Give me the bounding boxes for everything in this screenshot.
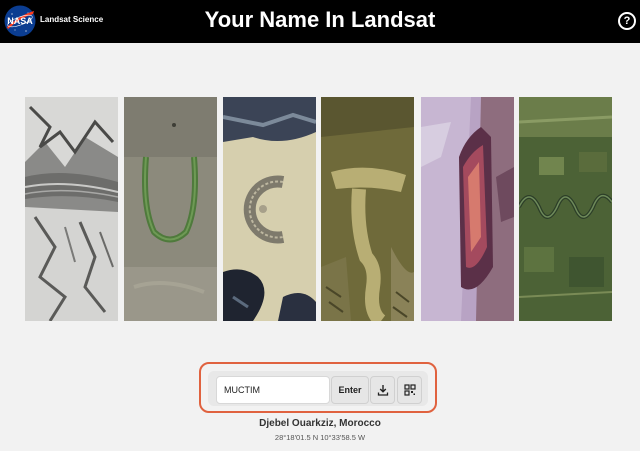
qr-code-button[interactable] — [397, 376, 422, 404]
valley-landsat-image — [124, 97, 217, 321]
delta-landsat-image — [321, 97, 414, 321]
name-input[interactable] — [216, 376, 330, 404]
playa-landsat-image — [223, 97, 316, 321]
river-landsat-image — [519, 97, 612, 321]
qr-code-icon — [404, 384, 416, 396]
download-icon — [377, 385, 389, 396]
glacier-landsat-image — [25, 97, 118, 321]
letter-tile-4[interactable] — [321, 97, 414, 321]
location-coordinates: 28°18'01.5 N 10°33'58.5 W — [274, 433, 366, 442]
letter-tile-6[interactable] — [519, 97, 612, 321]
letter-tile-3[interactable] — [223, 97, 316, 321]
page-title: Your Name In Landsat — [204, 7, 436, 32]
letter-tile-5[interactable] — [421, 97, 514, 321]
letter-tile-2[interactable] — [124, 97, 217, 321]
help-icon[interactable]: ? — [618, 12, 636, 30]
download-button[interactable] — [370, 376, 395, 404]
location-name: Djebel Ouarkziz, Morocco — [259, 418, 381, 429]
top-bar: NASA Landsat Science Your Name In Landsa… — [0, 0, 640, 43]
enter-button[interactable]: Enter — [331, 376, 369, 404]
letter-tile-1[interactable] — [25, 97, 118, 321]
ridge-landsat-image — [421, 97, 514, 321]
